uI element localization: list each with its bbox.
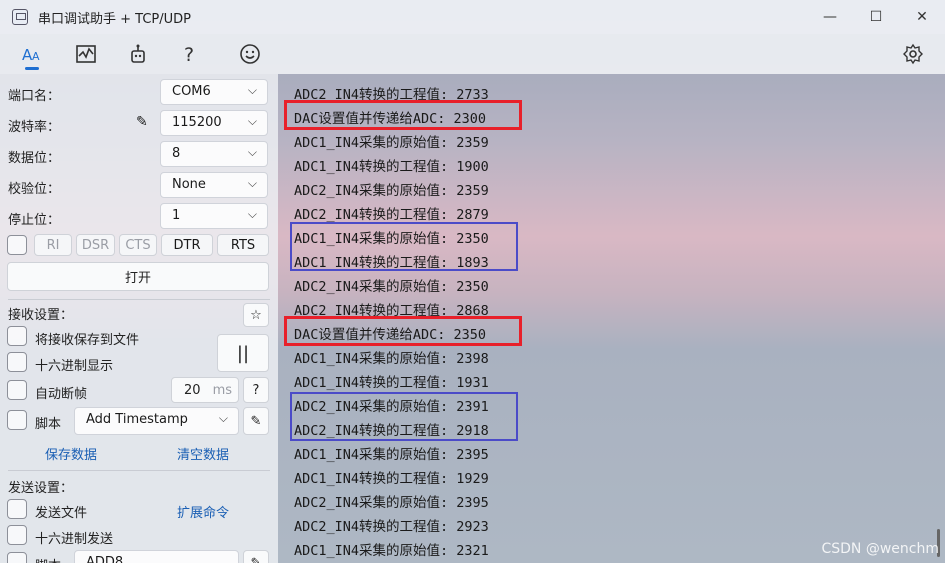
hex-display-checkbox[interactable] xyxy=(7,352,27,372)
divider xyxy=(8,470,270,471)
star-button[interactable]: ☆ xyxy=(243,303,269,327)
baud-value: 115200 xyxy=(172,115,222,130)
settings-panel: 端口名： COM6 ⌵ 波特率： ✎ 115200 ⌵ 数据位： 8 ⌵ 校验位： N… xyxy=(0,74,278,563)
chevron-down-icon: ⌵ xyxy=(247,145,257,159)
highlight-box-blue xyxy=(290,392,518,441)
window-controls: — ☐ ✕ xyxy=(807,0,945,34)
log-line: ADC1_IN4采集的原始值: 2359 xyxy=(294,135,489,151)
script-value: Add Timestamp xyxy=(86,412,188,427)
stop-bits-label: 停止位： xyxy=(8,213,61,228)
send-file-label: 发送文件 xyxy=(35,506,88,521)
send-settings-title: 发送设置： xyxy=(8,481,74,496)
divider xyxy=(8,299,270,300)
signal-checkbox[interactable] xyxy=(7,235,27,255)
data-bits-select[interactable]: 8 ⌵ xyxy=(160,141,268,167)
font-icon[interactable]: AA xyxy=(16,38,48,70)
hex-display-label: 十六进制显示 xyxy=(35,359,114,374)
svg-text:A: A xyxy=(32,50,40,63)
chevron-down-icon: ⌵ xyxy=(247,176,257,190)
save-to-file-label: 将接收保存到文件 xyxy=(35,333,140,348)
signal-dsr: DSR xyxy=(76,234,115,256)
log-line: ADC2_IN4转换的工程值: 2879 xyxy=(294,207,489,223)
log-line: ADC1_IN4采集的原始值: 2398 xyxy=(294,351,489,367)
gear-icon[interactable] xyxy=(897,38,929,70)
signal-dtr[interactable]: DTR xyxy=(161,234,213,256)
smiley-icon[interactable] xyxy=(234,38,266,70)
help-icon[interactable]: ? xyxy=(174,38,206,70)
title-bar: 串口调试助手 + TCP/UDP — ☐ ✕ xyxy=(0,0,945,34)
port-label: 端口名： xyxy=(8,89,61,104)
highlight-box-red xyxy=(284,100,522,130)
receive-settings-title: 接收设置： xyxy=(8,308,74,323)
receive-log[interactable]: ADC2_IN4转换的工程值: 2733 DAC设置值并传递给ADC: 2300… xyxy=(284,74,945,563)
parity-select[interactable]: None ⌵ xyxy=(160,172,268,198)
frame-ms-unit: ms xyxy=(212,382,232,398)
log-line: ADC1_IN4转换的工程值: 1900 xyxy=(294,159,489,175)
edit-script-button[interactable]: ✎ xyxy=(243,407,269,435)
edit-send-script-button[interactable]: ✎ xyxy=(243,550,269,563)
plugin-icon[interactable] xyxy=(122,38,154,70)
extend-cmd-link[interactable]: 扩展命令 xyxy=(177,502,229,521)
script-label: 脚本 xyxy=(35,417,62,432)
close-button[interactable]: ✕ xyxy=(899,0,945,34)
frame-ms-input[interactable]: 20 ms xyxy=(171,377,239,403)
port-value: COM6 xyxy=(172,84,211,99)
send-file-checkbox[interactable] xyxy=(7,499,27,519)
highlight-box-red xyxy=(284,316,522,346)
send-script-checkbox[interactable] xyxy=(7,552,27,563)
stop-bits-value: 1 xyxy=(172,208,181,223)
hex-send-checkbox[interactable] xyxy=(7,525,27,545)
watermark: CSDN @wenchm xyxy=(821,541,939,557)
highlight-box-blue xyxy=(290,222,518,271)
signal-cts: CTS xyxy=(119,234,157,256)
stop-bits-select[interactable]: 1 ⌵ xyxy=(160,203,268,229)
open-button[interactable]: 打开 xyxy=(7,262,269,291)
help-button[interactable]: ? xyxy=(243,377,269,403)
data-bits-label: 数据位： xyxy=(8,151,61,166)
log-line: ADC2_IN4采集的原始值: 2395 xyxy=(294,495,489,511)
window-title: 串口调试助手 + TCP/UDP xyxy=(38,11,191,27)
frame-ms-value: 20 xyxy=(184,382,201,398)
log-line: ADC2_IN4采集的原始值: 2350 xyxy=(294,279,489,295)
auto-frame-checkbox[interactable] xyxy=(7,380,27,400)
minimize-button[interactable]: — xyxy=(807,0,853,34)
parity-label: 校验位： xyxy=(8,182,61,197)
auto-frame-label: 自动断帧 xyxy=(35,387,88,402)
chevron-down-icon: ⌵ xyxy=(247,114,257,128)
clear-data-link[interactable]: 清空数据 xyxy=(177,444,229,463)
baud-label: 波特率： xyxy=(8,120,61,135)
pen-icon: ✎ xyxy=(250,555,262,563)
port-select[interactable]: COM6 ⌵ xyxy=(160,79,268,105)
log-line: ADC2_IN4采集的原始值: 2359 xyxy=(294,183,489,199)
pause-button[interactable]: || xyxy=(217,334,269,372)
log-line: ADC1_IN4转换的工程值: 1929 xyxy=(294,471,489,487)
baud-select[interactable]: 115200 ⌵ xyxy=(160,110,268,136)
script-checkbox[interactable] xyxy=(7,410,27,430)
hex-send-label: 十六进制发送 xyxy=(35,532,114,547)
send-script-label: 脚本 xyxy=(35,555,61,563)
log-line: ADC2_IN4转换的工程值: 2923 xyxy=(294,519,489,535)
data-bits-value: 8 xyxy=(172,146,181,161)
send-script-value: ADD8 xyxy=(86,555,124,563)
save-data-link[interactable]: 保存数据 xyxy=(45,444,97,463)
app-icon xyxy=(12,9,28,25)
signal-ri: RI xyxy=(34,234,72,256)
chevron-down-icon: ⌵ xyxy=(247,207,257,221)
save-to-file-checkbox[interactable] xyxy=(7,326,27,346)
pen-icon[interactable]: ✎ xyxy=(136,114,148,130)
svg-text:?: ? xyxy=(184,44,194,65)
chart-icon[interactable] xyxy=(70,38,102,70)
maximize-button[interactable]: ☐ xyxy=(853,0,899,34)
parity-value: None xyxy=(172,177,206,192)
log-line: ADC1_IN4采集的原始值: 2321 xyxy=(294,543,489,559)
log-line: ADC1_IN4采集的原始值: 2395 xyxy=(294,447,489,463)
send-script-select[interactable]: ADD8 xyxy=(74,550,239,563)
toolbar: AA ? xyxy=(0,34,945,74)
chevron-down-icon: ⌵ xyxy=(218,411,228,425)
pen-icon: ✎ xyxy=(250,413,262,429)
log-line: ADC1_IN4转换的工程值: 1931 xyxy=(294,375,489,391)
script-select[interactable]: Add Timestamp ⌵ xyxy=(74,407,239,435)
chevron-down-icon: ⌵ xyxy=(247,83,257,97)
signal-rts[interactable]: RTS xyxy=(217,234,269,256)
